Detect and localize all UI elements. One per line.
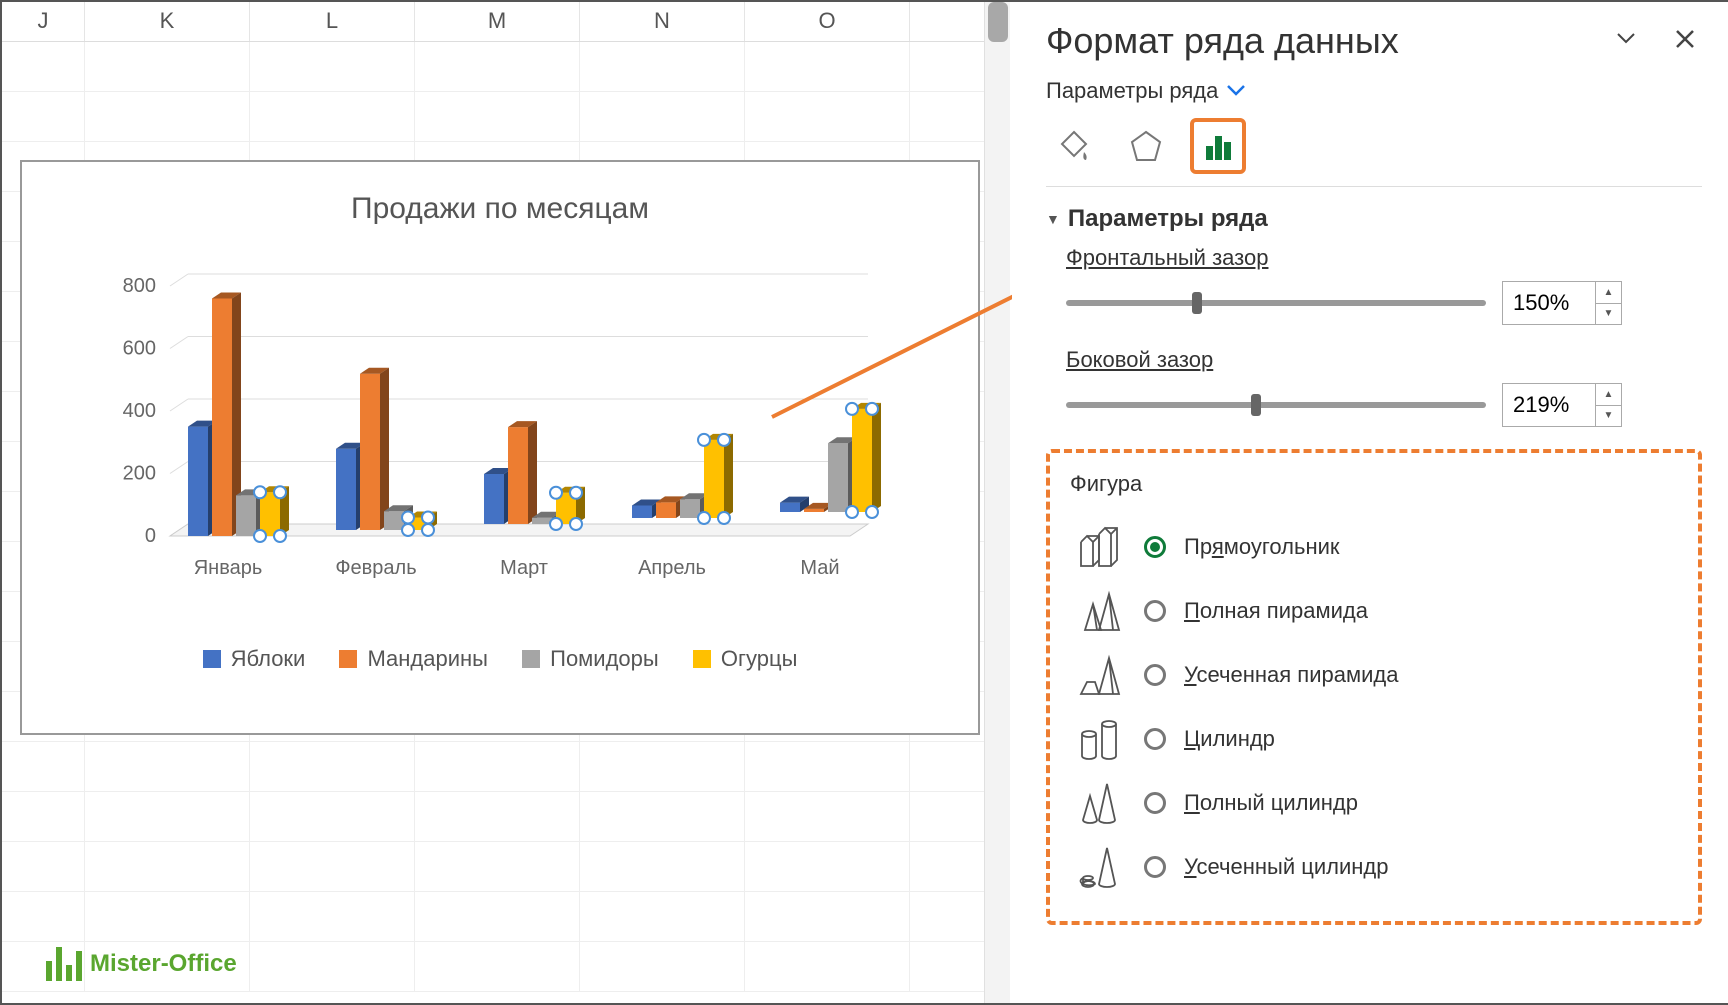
gap-width-input[interactable]: 219% ▲▼ (1502, 383, 1622, 427)
svg-text:600: 600 (123, 338, 156, 360)
pyramid-icon (1070, 588, 1126, 634)
spin-up[interactable]: ▲ (1595, 384, 1621, 406)
chevron-down-icon (1226, 81, 1246, 102)
shape-label: Усеченная пирамида (1184, 662, 1398, 688)
section-header[interactable]: ▼ Параметры ряда (1046, 205, 1702, 233)
svg-text:Март: Март (500, 557, 548, 579)
spin-down[interactable]: ▼ (1595, 304, 1621, 325)
shape-label: Прямоугольник (1184, 534, 1340, 560)
col-header[interactable]: J (2, 2, 85, 41)
shape-label: Цилиндр (1184, 726, 1275, 752)
legend[interactable]: Яблоки Мандарины Помидоры Огурцы (22, 646, 978, 674)
shape-label: Полный цилиндр (1184, 790, 1358, 816)
col-header[interactable]: M (415, 2, 580, 41)
shape-option-full-pyramid[interactable]: Полная пирамида (1070, 579, 1678, 643)
chart[interactable]: Продажи по месяцам 0 200 400 600 800 Январь Фе… (20, 160, 980, 735)
chart-plot[interactable]: 0 200 400 600 800 Январь Февраль Март Апрель Май (50, 226, 950, 626)
gap-depth-label: Фронтальный зазор (1066, 245, 1268, 270)
column-headers: J K L M N O (2, 2, 1010, 42)
series-options-tab[interactable] (1190, 118, 1246, 174)
box-shape-icon (1070, 524, 1126, 570)
cylinder-icon (1070, 716, 1126, 762)
shape-label: Полная пирамида (1184, 598, 1368, 624)
shape-option-full-cone[interactable]: Полный цилиндр (1070, 771, 1678, 835)
vertical-scrollbar[interactable] (984, 2, 1010, 1003)
svg-text:800: 800 (123, 275, 156, 297)
spin-up[interactable]: ▲ (1595, 282, 1621, 304)
shape-option-box[interactable]: Прямоугольник (1070, 515, 1678, 579)
panel-tabs (1046, 118, 1702, 174)
radio-icon (1144, 728, 1166, 750)
svg-text:200: 200 (123, 463, 156, 485)
legend-label: Помидоры (550, 646, 659, 672)
watermark-text: Mister-Office (90, 950, 237, 978)
collapse-button[interactable] (1608, 21, 1644, 61)
shape-option-partial-pyramid[interactable]: Усеченная пирамида (1070, 643, 1678, 707)
shape-section: Фигура Прямоугольник Полная пирамида Усе… (1046, 449, 1702, 925)
close-button[interactable] (1668, 21, 1702, 61)
shape-label: Усеченный цилиндр (1184, 854, 1388, 880)
scrollbar-thumb[interactable] (988, 2, 1008, 42)
spin-down[interactable]: ▼ (1595, 406, 1621, 427)
section-title: Параметры ряда (1068, 205, 1268, 233)
radio-icon (1144, 792, 1166, 814)
effects-tab[interactable] (1118, 118, 1174, 174)
shape-option-partial-cone[interactable]: Усеченный цилиндр (1070, 835, 1678, 899)
svg-text:Апрель: Апрель (638, 557, 706, 579)
svg-text:Май: Май (800, 557, 839, 579)
triangle-icon: ▼ (1046, 211, 1060, 227)
radio-icon (1144, 536, 1166, 558)
shape-option-cylinder[interactable]: Цилиндр (1070, 707, 1678, 771)
gap-depth-input[interactable]: 150% ▲▼ (1502, 281, 1622, 325)
options-dropdown-label: Параметры ряда (1046, 78, 1218, 104)
legend-label: Огурцы (721, 646, 798, 672)
cone-icon (1070, 780, 1126, 826)
radio-icon (1144, 600, 1166, 622)
panel-title: Формат ряда данных (1046, 20, 1399, 62)
fill-tab[interactable] (1046, 118, 1102, 174)
radio-icon (1144, 856, 1166, 878)
watermark: Mister-Office (46, 947, 237, 981)
col-header[interactable]: O (745, 2, 910, 41)
gap-width-slider[interactable] (1066, 402, 1486, 408)
logo-icon (46, 947, 82, 981)
shape-title: Фигура (1070, 471, 1678, 497)
gap-depth-value: 150% (1513, 290, 1569, 316)
gap-depth-slider[interactable] (1066, 300, 1486, 306)
format-panel: Формат ряда данных Параметры ряда ▼ Пар (1012, 2, 1728, 1003)
partial-cone-icon (1070, 844, 1126, 890)
svg-text:0: 0 (145, 525, 156, 547)
svg-text:Январь: Январь (194, 557, 263, 579)
svg-text:400: 400 (123, 400, 156, 422)
gap-width-label: Боковой зазор (1066, 347, 1213, 372)
col-header[interactable]: K (85, 2, 250, 41)
col-header[interactable]: N (580, 2, 745, 41)
legend-label: Яблоки (231, 646, 306, 672)
radio-icon (1144, 664, 1166, 686)
chart-title[interactable]: Продажи по месяцам (22, 192, 978, 226)
legend-label: Мандарины (367, 646, 488, 672)
gap-width-value: 219% (1513, 392, 1569, 418)
worksheet-area: J K L M N O Продажи по месяцам 0 200 400 60… (2, 2, 1010, 1003)
svg-text:Февраль: Февраль (335, 557, 416, 579)
options-dropdown[interactable]: Параметры ряда (1046, 78, 1702, 104)
col-header[interactable]: L (250, 2, 415, 41)
partial-pyramid-icon (1070, 652, 1126, 698)
